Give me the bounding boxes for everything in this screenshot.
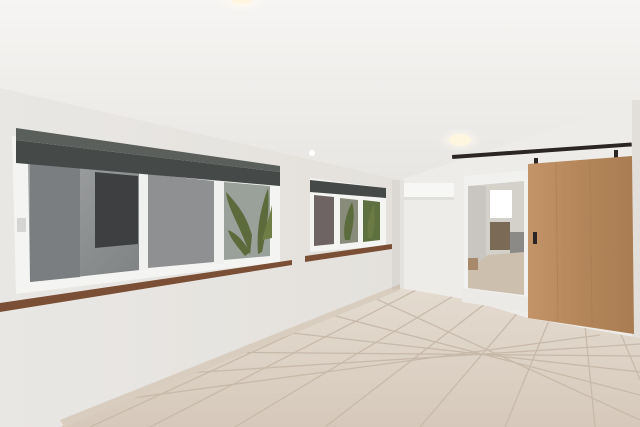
corner-shadow xyxy=(392,180,404,290)
small-window xyxy=(310,178,386,252)
window-latch xyxy=(17,218,26,232)
doorway xyxy=(462,170,528,312)
barn-door-handle xyxy=(533,232,537,244)
window-glass-small-1 xyxy=(314,195,334,246)
building-wall-outside xyxy=(30,160,80,282)
barn-door-panel xyxy=(528,156,634,334)
ceiling-light-2 xyxy=(449,134,471,146)
outside-doorway xyxy=(95,172,138,248)
window-mullion-1 xyxy=(139,170,148,270)
room-scene xyxy=(0,0,640,427)
room-beyond-cabinet xyxy=(490,222,510,250)
ac-unit xyxy=(404,183,454,200)
window-glass-pane-2 xyxy=(148,174,214,268)
room-beyond-window xyxy=(490,190,512,218)
window-mullion-2 xyxy=(214,178,224,264)
small-item xyxy=(468,258,478,270)
room-photo xyxy=(0,0,640,427)
smoke-detector xyxy=(309,150,315,156)
